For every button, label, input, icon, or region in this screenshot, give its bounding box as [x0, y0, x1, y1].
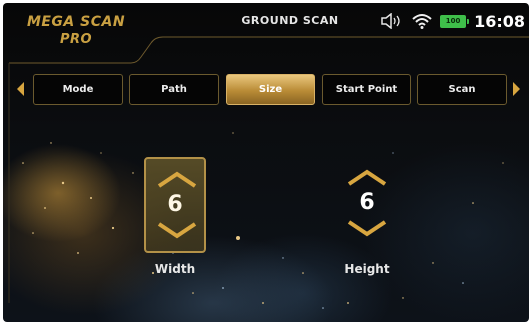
header-frame [8, 36, 529, 303]
width-value: 6 [167, 192, 183, 217]
tab-scroll-right-icon[interactable] [513, 82, 520, 96]
battery-icon: 100 [440, 14, 470, 28]
app-logo: MEGA SCAN PRO [17, 13, 135, 49]
speaker-icon[interactable] [380, 13, 404, 29]
tab-size-label: Size [258, 84, 283, 95]
width-stepper[interactable]: 6 [144, 157, 206, 253]
screen: MEGA SCAN PRO GROUND SCAN 100 16:08 Mode… [3, 3, 529, 322]
status-bar: 100 16:08 [380, 9, 525, 33]
width-increase-icon[interactable] [155, 171, 199, 189]
page-title: GROUND SCAN [241, 14, 339, 27]
tab-scroll-left-icon[interactable] [17, 82, 24, 96]
tab-scan-label: Scan [448, 84, 476, 95]
wifi-icon[interactable] [412, 13, 432, 29]
logo-line-1: MEGA SCAN [26, 14, 126, 30]
tab-path-label: Path [161, 84, 187, 95]
battery-level: 100 [445, 17, 461, 25]
tab-start-point[interactable]: Start Point [322, 74, 411, 105]
tab-mode-label: Mode [62, 84, 94, 95]
width-label: Width [154, 262, 196, 276]
height-label: Height [344, 262, 390, 276]
height-stepper[interactable]: 6 [336, 157, 398, 253]
clock: 16:08 [474, 11, 525, 31]
height-value: 6 [359, 190, 375, 215]
tab-size[interactable]: Size [226, 74, 315, 105]
height-increase-icon[interactable] [345, 169, 389, 187]
tab-start-point-label: Start Point [335, 84, 398, 95]
width-decrease-icon[interactable] [155, 221, 199, 239]
tab-scan[interactable]: Scan [417, 74, 507, 105]
logo-line-2: PRO [59, 32, 93, 47]
tab-mode[interactable]: Mode [33, 74, 123, 105]
tab-path[interactable]: Path [129, 74, 219, 105]
height-decrease-icon[interactable] [345, 219, 389, 237]
